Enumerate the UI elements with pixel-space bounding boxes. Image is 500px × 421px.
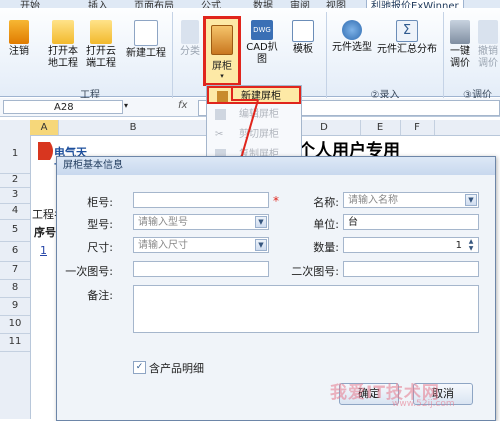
qty-label: 数量: [313, 241, 339, 254]
name-label: 名称: [313, 196, 339, 209]
row-header-3[interactable]: 3 [0, 187, 30, 204]
chevron-down-icon[interactable]: ▼ [465, 194, 477, 206]
template-button[interactable]: 模板 [290, 20, 316, 56]
stepper-arrows-icon[interactable]: ▲ ▼ [465, 238, 477, 252]
dialog-title: 屏柜基本信息 [57, 157, 495, 175]
size-select[interactable]: 请输入尺寸 ▼ [133, 237, 269, 253]
row-header-11[interactable]: 11 [0, 333, 30, 352]
watermark-url: www.52ij.com [392, 399, 455, 409]
name-placeholder: 请输入名称 [348, 195, 398, 206]
category-label: 分类 [180, 46, 200, 57]
component-select-button[interactable]: 元件选型 [330, 20, 374, 54]
size-label: 尺寸: [87, 241, 113, 254]
name-box[interactable]: A28 [3, 100, 123, 114]
category-icon [181, 20, 199, 44]
include-details-checkbox[interactable]: ✓ [133, 361, 146, 374]
name-select[interactable]: 请输入名称 ▼ [343, 192, 479, 208]
row-header-1[interactable]: 1 [0, 135, 30, 174]
row-header-4[interactable]: 4 [0, 203, 30, 220]
sigma-icon: Σ [396, 20, 418, 42]
scale-icon [478, 20, 498, 44]
open-cloud-label: 打开云端工程 [86, 46, 116, 69]
unit-label: 单位: [313, 218, 339, 231]
note-label: 备注: [87, 289, 113, 302]
cloud-folder-icon [90, 20, 112, 44]
note-textarea[interactable] [133, 285, 479, 333]
model-label: 型号: [87, 218, 113, 231]
category-button[interactable]: 分类 [178, 20, 202, 58]
folder-icon [52, 20, 74, 44]
open-local-button[interactable]: 打开本地工程 [46, 20, 80, 70]
chevron-down-icon[interactable]: ▼ [255, 216, 267, 228]
new-project-label: 新建工程 [126, 48, 166, 59]
qty-value: 1 [455, 240, 462, 251]
row-header-5[interactable]: 5 [0, 219, 30, 242]
tab-exwinner[interactable]: 利驰报价ExWinner [366, 0, 464, 12]
cabinet-icon [211, 25, 233, 55]
ribbon-separator [443, 12, 444, 98]
dwg-icon: DWG [251, 20, 273, 40]
component-summary-label: 元件汇总分布 [377, 44, 437, 55]
deregister-button[interactable]: 注销 [6, 20, 32, 58]
row-header-2[interactable]: 2 [0, 173, 30, 188]
cabinet-button[interactable]: 屏柜 ▾ [203, 16, 241, 86]
row-header-8[interactable]: 8 [0, 279, 30, 298]
row-header-10[interactable]: 10 [0, 315, 30, 334]
cabinet-no-input[interactable] [133, 192, 269, 208]
unit-input[interactable]: 台 [343, 214, 479, 230]
ribbon-separator [172, 12, 173, 98]
model-select[interactable]: 请输入型号 ▼ [133, 214, 269, 230]
chevron-down-icon: ▾ [220, 72, 224, 80]
row-header: 1 2 3 4 5 6 7 8 9 10 11 [0, 135, 31, 419]
secondary-drawing-input[interactable] [343, 261, 479, 277]
ribbon: 注销 打开本地工程 打开云端工程 新建工程 分类 屏柜 ▾ DWG CAD扒图 … [0, 8, 500, 101]
component-select-label: 元件选型 [332, 42, 372, 53]
cell-a6[interactable]: 1 [40, 244, 47, 257]
column-header-a[interactable]: A [30, 120, 59, 135]
template-label: 模板 [293, 44, 313, 55]
scale-icon [450, 20, 470, 44]
primary-drawing-input[interactable] [133, 261, 269, 277]
chevron-down-icon[interactable]: ▼ [255, 239, 267, 251]
model-placeholder: 请输入型号 [138, 217, 188, 228]
cell-a5[interactable]: 序号 [34, 224, 56, 240]
deregister-label: 注销 [9, 46, 29, 57]
template-icon [292, 20, 314, 42]
ribbon-separator [326, 12, 327, 98]
cad-drawing-label: CAD扒图 [246, 42, 278, 65]
required-mark: * [273, 194, 279, 208]
open-cloud-button[interactable]: 打开云端工程 [84, 20, 118, 70]
withdraw-price-label: 撤销调价 [478, 46, 498, 69]
chevron-down-icon[interactable]: ▾ [124, 101, 128, 110]
component-summary-button[interactable]: Σ 元件汇总分布 [376, 20, 438, 56]
size-placeholder: 请输入尺寸 [138, 240, 188, 251]
open-local-label: 打开本地工程 [48, 46, 78, 69]
new-project-button[interactable]: 新建工程 [124, 20, 168, 60]
secondary-drawing-label: 二次图号: [291, 265, 339, 278]
column-header-f[interactable]: F [400, 120, 435, 135]
fx-icon[interactable]: fx [178, 100, 187, 111]
new-project-icon [134, 20, 158, 46]
primary-drawing-label: 一次图号: [65, 265, 113, 278]
withdraw-price-button[interactable]: 撤销调价 [476, 20, 500, 70]
include-details-label: 含产品明细 [149, 362, 204, 375]
cabinet-label: 屏柜 [212, 61, 232, 72]
row-header-9[interactable]: 9 [0, 297, 30, 316]
ribbon-tab-bar: 开始 插入 页面布局 公式 数据 审阅 视图 利驰报价ExWinner [0, 0, 500, 12]
row-header-6[interactable]: 6 [0, 241, 30, 262]
column-header-e[interactable]: E [360, 120, 401, 135]
deregister-icon [9, 20, 29, 44]
cabinet-no-label: 柜号: [87, 196, 113, 209]
one-click-price-label: 一键调价 [450, 46, 470, 69]
qty-stepper[interactable]: 1 ▲ ▼ [343, 237, 479, 253]
column-header-b[interactable]: B [58, 120, 209, 135]
cad-drawing-button[interactable]: DWG CAD扒图 [244, 20, 280, 66]
gear-icon [342, 20, 362, 40]
row-header-7[interactable]: 7 [0, 261, 30, 280]
one-click-price-button[interactable]: 一键调价 [448, 20, 472, 70]
